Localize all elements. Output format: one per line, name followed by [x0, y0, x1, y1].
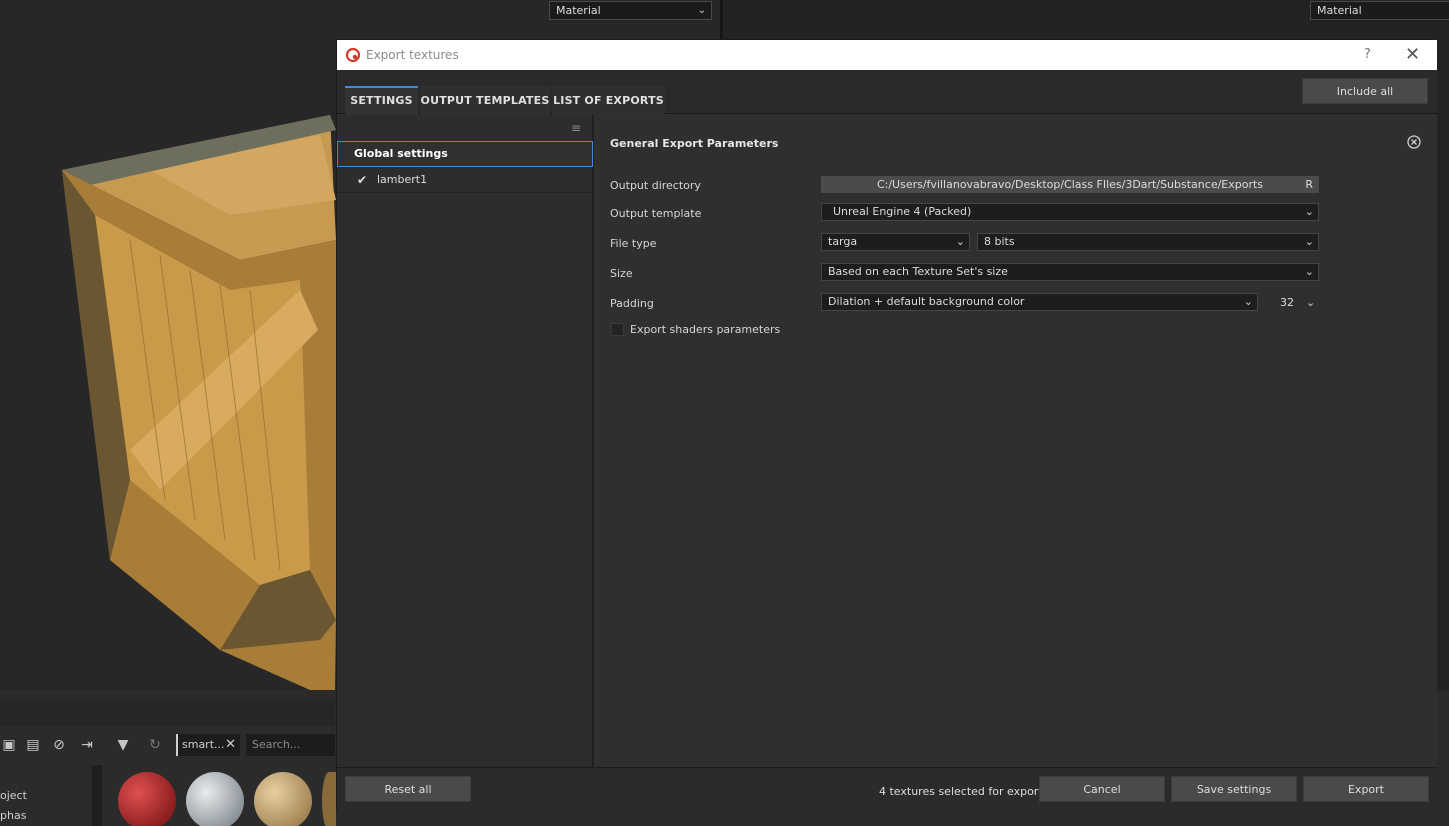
- search-placeholder: Search...: [252, 738, 301, 751]
- shelf-tab-smart[interactable]: smart... ✕: [176, 734, 240, 756]
- chevron-down-icon: ⌄: [1304, 235, 1314, 248]
- close-icon[interactable]: ✕: [225, 734, 236, 756]
- export-status: 4 textures selected for export: [879, 785, 1043, 798]
- dialog-title: Export textures: [366, 48, 459, 62]
- check-icon[interactable]: ✔: [357, 167, 367, 193]
- substance-logo-icon: [345, 47, 361, 63]
- file-format-value: targa: [828, 235, 858, 248]
- help-button[interactable]: ?: [1364, 40, 1371, 70]
- cancel-button[interactable]: Cancel: [1039, 776, 1165, 802]
- texture-set-item[interactable]: ✔ lambert1: [337, 167, 593, 193]
- export-textures-dialog: Export textures ? ✕ SETTINGS OUTPUT TEMP…: [336, 39, 1437, 811]
- export-button[interactable]: Export: [1303, 776, 1429, 802]
- output-directory-value: C:/Users/fvillanovabravo/Desktop/Class F…: [876, 178, 1264, 191]
- file-type-label: File type: [610, 237, 657, 250]
- chevron-down-icon: ⌄: [1243, 295, 1253, 308]
- export-shaders-checkbox[interactable]: [611, 323, 624, 336]
- save-icon[interactable]: ▤: [24, 736, 42, 754]
- texture-set-label: lambert1: [377, 173, 428, 186]
- material-thumbnail[interactable]: [118, 772, 176, 826]
- chevron-down-icon: ⌄: [955, 235, 965, 248]
- global-settings-item[interactable]: Global settings: [337, 141, 593, 167]
- viewport-material-dropdown[interactable]: Material ⌄: [549, 1, 712, 20]
- output-directory-field[interactable]: C:/Users/fvillanovabravo/Desktop/Class F…: [821, 176, 1319, 193]
- dropdown-value: Material: [556, 4, 601, 17]
- dialog-tabs: SETTINGS OUTPUT TEMPLATES LIST OF EXPORT…: [337, 70, 1437, 114]
- frame-icon[interactable]: ▣: [0, 736, 18, 754]
- output-template-select[interactable]: Unreal Engine 4 (Packed) ⌄: [821, 203, 1319, 221]
- section-title: General Export Parameters: [610, 137, 779, 150]
- chevron-down-icon[interactable]: ⌄: [1306, 296, 1315, 309]
- bit-depth-select[interactable]: 8 bits ⌄: [977, 233, 1319, 251]
- tab-output-templates[interactable]: OUTPUT TEMPLATES: [420, 86, 550, 114]
- reset-icon[interactable]: [1406, 134, 1422, 150]
- chevron-down-icon: ⌄: [1304, 265, 1314, 278]
- bit-depth-value: 8 bits: [984, 235, 1015, 248]
- padding-label: Padding: [610, 297, 654, 310]
- shelf-scrollbar[interactable]: [92, 765, 102, 826]
- chevron-down-icon: ⌄: [1304, 205, 1314, 218]
- list-options-icon[interactable]: ≡: [571, 121, 581, 135]
- size-value: Based on each Texture Set's size: [828, 265, 1008, 278]
- padding-select[interactable]: Dilation + default background color ⌄: [821, 293, 1258, 311]
- export-shaders-label: Export shaders parameters: [630, 323, 781, 336]
- material-thumbnail[interactable]: [254, 772, 312, 826]
- texture-set-list: ≡ Global settings ✔ lambert1: [337, 115, 594, 767]
- dialog-titlebar[interactable]: Export textures ? ✕: [337, 40, 1437, 70]
- filter-icon[interactable]: ▼: [114, 736, 132, 754]
- tab-list-of-exports[interactable]: LIST OF EXPORTS: [552, 86, 665, 114]
- padding-value: Dilation + default background color: [828, 295, 1025, 308]
- refresh-icon[interactable]: ↻: [146, 736, 164, 754]
- export-icon[interactable]: ⇥: [78, 736, 96, 754]
- dialog-footer: Reset all 4 textures selected for export…: [337, 767, 1437, 811]
- export-parameters-panel: General Export Parameters Output directo…: [596, 115, 1437, 767]
- size-label: Size: [610, 267, 633, 280]
- output-directory-label: Output directory: [610, 179, 701, 192]
- shelf-side-item[interactable]: phas: [0, 809, 26, 822]
- shelf-header: [0, 700, 335, 726]
- tab-settings[interactable]: SETTINGS: [345, 86, 418, 114]
- eye-slash-icon[interactable]: ⊘: [50, 736, 68, 754]
- shelf-side-item[interactable]: oject: [0, 789, 27, 802]
- reset-all-button[interactable]: Reset all: [345, 776, 471, 802]
- padding-amount[interactable]: 32: [1280, 296, 1294, 309]
- size-select[interactable]: Based on each Texture Set's size ⌄: [821, 263, 1319, 281]
- chevron-down-icon: ⌄: [697, 5, 706, 16]
- save-settings-button[interactable]: Save settings: [1171, 776, 1297, 802]
- include-all-button[interactable]: Include all: [1302, 78, 1428, 104]
- output-template-value: Unreal Engine 4 (Packed): [833, 205, 972, 218]
- shelf-tab-label: smart...: [182, 738, 225, 751]
- file-format-select[interactable]: targa ⌄: [821, 233, 970, 251]
- dropdown-value: Material: [1317, 4, 1362, 17]
- shelf-search-input[interactable]: Search...: [246, 734, 335, 756]
- material-thumbnail[interactable]: [186, 772, 244, 826]
- output-template-label: Output template: [610, 207, 702, 220]
- close-button[interactable]: ✕: [1405, 40, 1420, 70]
- app-root: Material ⌄ Material ▣ ▤ ⊘ ⇥ ▼ ↻ smart...…: [0, 0, 1449, 826]
- viewport2-material-dropdown[interactable]: Material: [1310, 1, 1449, 20]
- output-directory-suffix: R: [1305, 178, 1313, 191]
- material-thumbnail[interactable]: [322, 772, 336, 826]
